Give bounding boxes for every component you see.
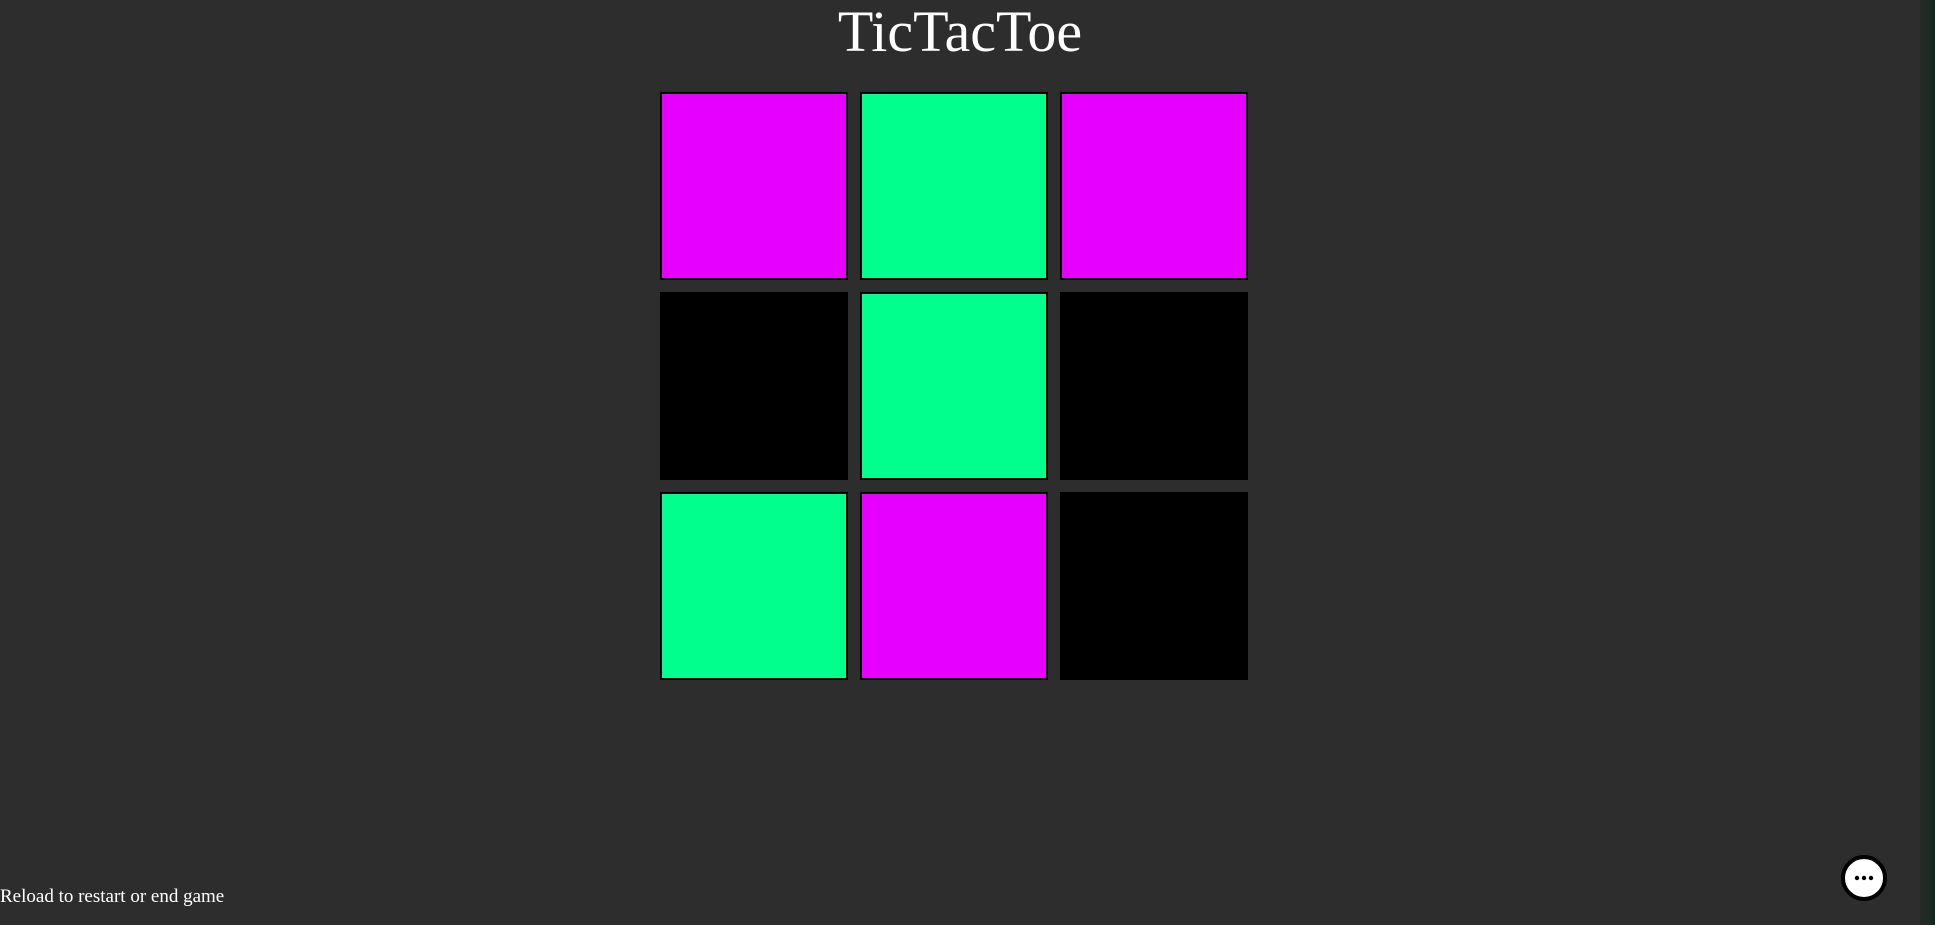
board-cell-r2-c1[interactable] <box>660 292 848 480</box>
chat-button[interactable] <box>1841 855 1887 901</box>
board-cell-r2-c2[interactable] <box>860 292 1048 480</box>
ellipsis-icon <box>1854 875 1874 881</box>
board-cell-r1-c2[interactable] <box>860 92 1048 280</box>
game-title: TicTacToe <box>837 0 1083 64</box>
board-cell-r1-c1[interactable] <box>660 92 848 280</box>
game-board <box>660 92 1248 680</box>
board-cell-r3-c1[interactable] <box>660 492 848 680</box>
board-cell-r3-c3[interactable] <box>1060 492 1248 680</box>
window-edge <box>1920 0 1935 925</box>
restart-hint: Reload to restart or end game <box>0 886 225 907</box>
board-cell-r2-c3[interactable] <box>1060 292 1248 480</box>
board-cell-r3-c2[interactable] <box>860 492 1048 680</box>
board-cell-r1-c3[interactable] <box>1060 92 1248 280</box>
